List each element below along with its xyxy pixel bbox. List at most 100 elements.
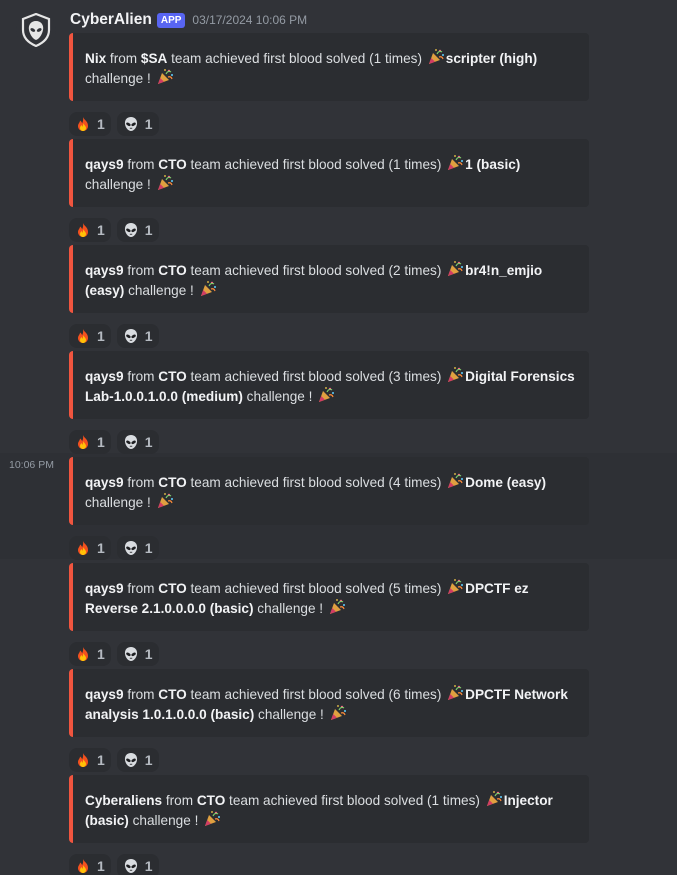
- solver-name: qays9: [85, 475, 124, 490]
- reaction-bar: 11: [69, 112, 159, 136]
- app-badge: APP: [156, 12, 186, 28]
- reaction-count: 1: [144, 540, 153, 556]
- reaction-count: 1: [97, 752, 105, 768]
- team-name: CTO: [158, 157, 187, 172]
- challenge-suffix: challenge !: [85, 177, 155, 192]
- reaction-bar: 11: [69, 430, 159, 454]
- team-name: CTO: [196, 793, 226, 808]
- challenge-suffix: challenge !: [85, 495, 155, 510]
- from-text: from: [162, 793, 197, 808]
- reaction-alien[interactable]: 1: [116, 218, 159, 242]
- reaction-count: 1: [97, 222, 105, 238]
- from-text: from: [106, 51, 141, 66]
- party-popper-icon: [157, 69, 173, 84]
- reaction-count: 1: [97, 858, 105, 874]
- reaction-fire[interactable]: 1: [69, 430, 111, 454]
- achievement-text: team achieved first blood solved (4 time…: [186, 475, 446, 490]
- party-popper-icon: [448, 473, 464, 488]
- challenge-suffix: challenge !: [128, 813, 203, 828]
- party-popper-icon: [330, 705, 346, 720]
- party-popper-icon: [157, 175, 173, 190]
- author-name[interactable]: CyberAlien: [70, 11, 152, 29]
- first-blood-embed: qays9 from CTO team achieved first blood…: [69, 563, 589, 631]
- reaction-alien[interactable]: 1: [116, 430, 159, 454]
- challenge-suffix: challenge !: [85, 71, 155, 86]
- fire-icon: [78, 435, 88, 449]
- reaction-alien[interactable]: 1: [116, 112, 159, 136]
- party-popper-icon: [486, 791, 502, 806]
- alien-icon: [124, 435, 137, 449]
- message-timestamp[interactable]: 03/17/2024 10:06 PM: [192, 13, 307, 27]
- reaction-count: 1: [144, 752, 153, 768]
- reaction-fire[interactable]: 1: [69, 854, 111, 875]
- achievement-text: team achieved first blood solved (2 time…: [186, 263, 446, 278]
- solver-name: Cyberaliens: [85, 793, 163, 808]
- party-popper-icon: [448, 155, 464, 170]
- first-blood-embed: qays9 from CTO team achieved first blood…: [69, 351, 589, 419]
- team-name: $SA: [140, 51, 168, 66]
- reaction-fire[interactable]: 1: [69, 112, 111, 136]
- reaction-count: 1: [144, 116, 153, 132]
- reaction-count: 1: [97, 328, 105, 344]
- party-popper-icon: [448, 261, 464, 276]
- avatar[interactable]: [16, 10, 56, 50]
- party-popper-icon: [448, 579, 464, 594]
- first-blood-embed: qays9 from CTO team achieved first blood…: [69, 669, 589, 737]
- challenge-name: 1 (basic): [465, 157, 521, 172]
- reaction-alien[interactable]: 1: [116, 324, 159, 348]
- reaction-count: 1: [97, 434, 105, 450]
- message-header: CyberAlien APP 03/17/2024 10:06 PM: [70, 9, 307, 31]
- party-popper-icon: [157, 493, 173, 508]
- alien-icon: [124, 223, 137, 237]
- fire-icon: [78, 753, 88, 767]
- chat-view: CyberAlien APP 03/17/2024 10:06 PM 10:06…: [0, 0, 677, 875]
- hover-timestamp[interactable]: 10:06 PM: [9, 459, 54, 471]
- reaction-count: 1: [144, 222, 153, 238]
- alien-icon: [124, 859, 137, 873]
- alien-icon: [124, 541, 137, 555]
- from-text: from: [123, 687, 159, 702]
- achievement-text: team achieved first blood solved (3 time…: [186, 369, 446, 384]
- party-popper-icon: [329, 599, 345, 614]
- solver-name: qays9: [85, 157, 124, 172]
- reaction-alien[interactable]: 1: [116, 748, 159, 772]
- reaction-fire[interactable]: 1: [69, 748, 111, 772]
- reaction-count: 1: [144, 328, 153, 344]
- fire-icon: [78, 223, 88, 237]
- reaction-count: 1: [97, 116, 105, 132]
- solver-name: qays9: [85, 369, 124, 384]
- party-popper-icon: [319, 387, 335, 402]
- challenge-suffix: challenge !: [242, 389, 317, 404]
- reaction-alien[interactable]: 1: [116, 536, 159, 560]
- reaction-fire[interactable]: 1: [69, 536, 111, 560]
- reaction-alien[interactable]: 1: [116, 642, 159, 666]
- reaction-fire[interactable]: 1: [69, 642, 111, 666]
- reaction-count: 1: [144, 646, 153, 662]
- party-popper-icon: [428, 49, 444, 64]
- from-text: from: [123, 369, 159, 384]
- from-text: from: [123, 581, 159, 596]
- reaction-count: 1: [144, 858, 153, 874]
- reaction-bar: 11: [69, 218, 159, 242]
- achievement-text: team achieved first blood solved (6 time…: [186, 687, 446, 702]
- reaction-fire[interactable]: 1: [69, 324, 111, 348]
- fire-icon: [78, 329, 88, 343]
- party-popper-icon: [205, 811, 221, 826]
- reaction-bar: 11: [69, 748, 159, 772]
- from-text: from: [123, 157, 159, 172]
- fire-icon: [78, 541, 88, 555]
- from-text: from: [123, 475, 159, 490]
- reaction-alien[interactable]: 1: [116, 854, 159, 875]
- challenge-suffix: challenge !: [124, 283, 198, 298]
- party-popper-icon: [200, 281, 216, 296]
- first-blood-embed: qays9 from CTO team achieved first blood…: [69, 139, 589, 207]
- fire-icon: [78, 117, 88, 131]
- alien-icon: [124, 753, 137, 767]
- reaction-fire[interactable]: 1: [69, 218, 111, 242]
- challenge-name: Dome (easy): [465, 475, 546, 490]
- alien-icon: [124, 647, 137, 661]
- alien-icon: [124, 117, 137, 131]
- achievement-text: team achieved first blood solved (1 time…: [167, 51, 426, 66]
- from-text: from: [123, 263, 159, 278]
- challenge-suffix: challenge !: [253, 601, 327, 616]
